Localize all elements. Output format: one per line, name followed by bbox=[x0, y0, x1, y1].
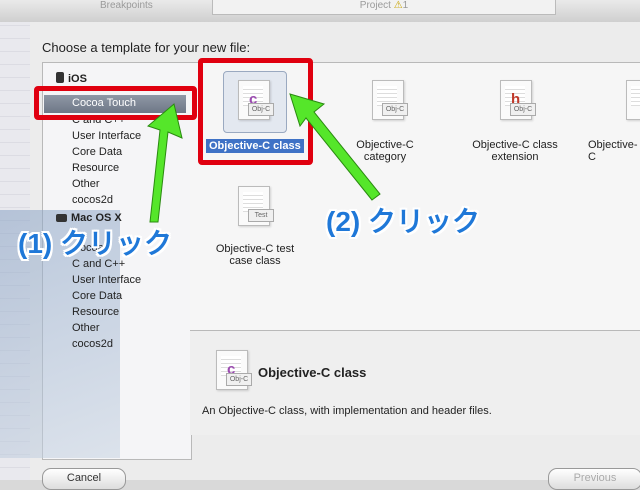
arrow-step2 bbox=[289, 93, 381, 201]
step1-annotation-label: (1) クリック bbox=[18, 228, 173, 259]
step2-annotation-label: (2) クリック bbox=[326, 206, 481, 237]
arrow-step1 bbox=[146, 103, 183, 223]
